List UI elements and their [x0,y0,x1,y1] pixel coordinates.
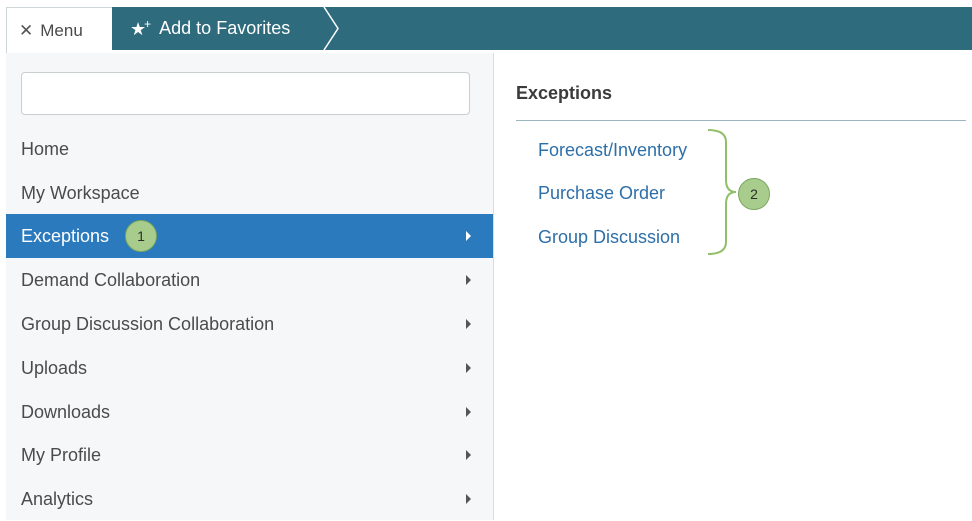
nav-item-label: Home [21,138,70,159]
nav-item-label: Uploads [21,357,88,378]
nav-item-label: Analytics [21,488,94,509]
chevron-right-icon [466,494,471,504]
nav-item-uploads[interactable]: Uploads [6,346,493,390]
search-input[interactable] [21,72,470,115]
add-to-favorites-button[interactable]: ★+ Add to Favorites [112,7,290,50]
nav-item-home[interactable]: Home [6,127,493,171]
menu-close-button[interactable]: ✕ Menu [6,7,112,53]
nav-item-downloads[interactable]: Downloads [6,390,493,434]
callout-badge-2: 2 [738,178,770,210]
nav-item-label: Downloads [21,401,111,422]
nav-item-demand-collaboration[interactable]: Demand Collaboration [6,258,493,302]
nav-item-label: My Profile [21,444,102,465]
add-to-favorites-label: Add to Favorites [159,18,291,38]
submenu-link-group-discussion[interactable]: Group Discussion [538,227,680,248]
breadcrumb-separator-icon [323,7,339,50]
submenu-title: Exceptions [516,83,613,103]
nav-item-exceptions[interactable]: Exceptions 1 [6,214,493,258]
submenu-divider [516,120,966,121]
close-icon: ✕ [19,20,34,40]
callout-badge-1: 1 [125,220,158,252]
nav-item-label: My Workspace [21,182,140,203]
chevron-right-icon [466,363,471,373]
nav-item-my-workspace[interactable]: My Workspace [6,171,493,215]
callout-bracket [707,129,736,255]
star-plus-icon: ★+ [130,17,151,39]
nav-item-label: Exceptions [21,225,110,246]
chevron-right-icon [466,450,471,460]
chevron-right-icon [466,319,471,329]
nav-item-label: Group Discussion Collaboration [21,313,275,334]
menu-label: Menu [40,20,83,40]
nav-item-analytics[interactable]: Analytics [6,477,493,521]
navigation-panel: Home My Workspace Exceptions 1 Demand Co… [6,53,494,520]
chevron-right-icon [466,275,471,285]
nav-item-group-discussion-collaboration[interactable]: Group Discussion Collaboration [6,302,493,346]
nav-item-my-profile[interactable]: My Profile [6,433,493,477]
chevron-right-icon [466,407,471,417]
submenu-link-purchase-order[interactable]: Purchase Order [538,183,665,204]
nav-item-label: Demand Collaboration [21,269,201,290]
chevron-right-icon [466,231,471,241]
submenu-link-forecast-inventory[interactable]: Forecast/Inventory [538,140,687,161]
